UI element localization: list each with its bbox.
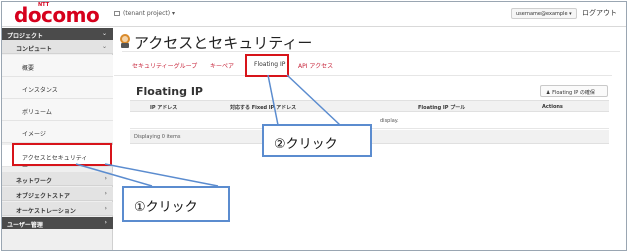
sidebar-sub-compute[interactable]: コンピュート ⌄: [2, 40, 113, 54]
title-divider: [122, 51, 620, 52]
column-header-ip[interactable]: IP アドレス: [150, 104, 177, 111]
docomo-logo[interactable]: docomo: [14, 3, 100, 27]
sidebar-category-label: オブジェクトストア: [16, 193, 71, 200]
item-count: Displaying 0 items: [134, 134, 181, 140]
column-header-actions: Actions: [542, 104, 563, 110]
sidebar-item-label: ボリューム: [22, 109, 52, 116]
sidebar-section-project[interactable]: プロジェクト ⌄: [2, 28, 113, 40]
sidebar-sub-label: コンピュート: [16, 46, 53, 53]
sidebar-item-label: 概要: [22, 65, 35, 72]
empty-message: display.: [380, 118, 399, 124]
sidebar-section-label: プロジェクト: [7, 33, 44, 40]
security-mascot-icon: [120, 34, 130, 48]
sidebar-item-overview[interactable]: 概要: [2, 55, 113, 77]
sidebar-item-volumes[interactable]: ボリューム: [2, 99, 113, 121]
sidebar-category-object-store[interactable]: オブジェクトストア ›: [2, 187, 113, 201]
table-header: IP アドレス 対応する Fixed IP アドレス Floating IP プ…: [130, 100, 609, 112]
user-icon: ♟: [546, 90, 551, 96]
sidebar-item-label: イメージ: [22, 131, 46, 138]
project-switcher-label: (tenant project) ▾: [123, 10, 176, 17]
sidebar-item-label: インスタンス: [22, 87, 58, 94]
tab-api-access[interactable]: API アクセス: [298, 61, 333, 70]
chevron-right-icon: ›: [104, 219, 107, 226]
callout-step-1: ①クリック: [122, 186, 230, 222]
callout-step-2: ②クリック: [262, 124, 372, 157]
section-title: Floating IP: [136, 85, 203, 98]
chevron-down-icon: ⌄: [101, 43, 107, 50]
sidebar-section-user-management[interactable]: ユーザー管理 ›: [2, 217, 113, 229]
sidebar-category-network[interactable]: ネットワーク ›: [2, 172, 113, 186]
column-header-fixed-ip[interactable]: 対応する Fixed IP アドレス: [230, 104, 296, 111]
highlight-tab-floating-ip: [245, 54, 289, 77]
chevron-right-icon: ›: [104, 205, 107, 212]
page-title: アクセスとセキュリティー: [134, 34, 313, 52]
tab-divider: [114, 75, 612, 76]
pc-icon: [114, 11, 120, 16]
sidebar: プロジェクト ⌄ コンピュート ⌄ 概要 インスタンス ボリューム イメージ ア…: [2, 28, 113, 250]
tab-keypairs[interactable]: キーペア: [210, 61, 234, 70]
top-bar: NTT docomo (tenant project) ▾ username@e…: [2, 2, 626, 27]
project-switcher[interactable]: (tenant project) ▾: [114, 10, 175, 17]
sidebar-item-instances[interactable]: インスタンス: [2, 77, 113, 99]
highlight-sidebar-access-security: [12, 143, 112, 166]
chevron-right-icon: ›: [104, 190, 107, 197]
sidebar-category-label: オーケストレーション: [16, 208, 76, 215]
sidebar-category-orchestration[interactable]: オーケストレーション ›: [2, 202, 113, 216]
chevron-right-icon: ›: [104, 175, 107, 182]
column-header-pool[interactable]: Floating IP プール: [418, 104, 465, 111]
allocate-floating-ip-button[interactable]: ♟ Floating IP の確保: [540, 85, 608, 97]
sidebar-section-label: ユーザー管理: [7, 222, 43, 229]
chevron-down-icon: ⌄: [101, 30, 107, 37]
user-menu[interactable]: username@example ▾: [511, 8, 577, 19]
sidebar-category-label: ネットワーク: [16, 178, 53, 185]
sidebar-item-images[interactable]: イメージ: [2, 121, 113, 143]
logout-link[interactable]: ログアウト: [582, 8, 617, 18]
allocate-button-label: Floating IP の確保: [552, 90, 595, 96]
tab-security-groups[interactable]: セキュリティーグループ: [132, 61, 197, 70]
